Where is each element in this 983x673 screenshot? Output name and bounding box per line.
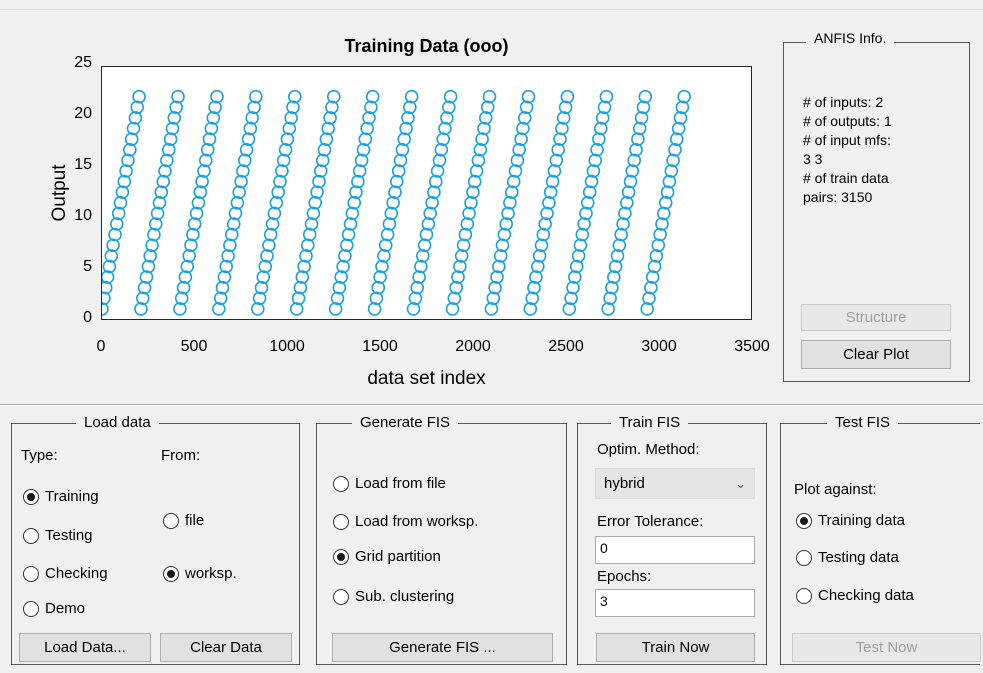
y-tick-label: 0 bbox=[83, 309, 92, 326]
anfis-info-title: ANFIS Info. bbox=[806, 30, 895, 46]
epochs-input[interactable]: 3 bbox=[595, 589, 755, 617]
radio-selected-icon bbox=[333, 548, 349, 565]
type-checking-radio[interactable]: Checking bbox=[23, 565, 108, 582]
test-fis-panel bbox=[780, 423, 980, 665]
radio-label: Load from file bbox=[355, 475, 446, 492]
top-strip bbox=[0, 0, 983, 10]
x-tick-label: 500 bbox=[180, 338, 208, 355]
radio-label: Checking data bbox=[818, 587, 914, 604]
radio-label: file bbox=[185, 512, 205, 529]
radio-label: Checking bbox=[45, 565, 108, 582]
sub-clustering-radio[interactable]: Sub. clustering bbox=[333, 588, 454, 605]
structure-button[interactable]: Structure bbox=[801, 304, 951, 331]
anfis-info-pairs-value: pairs: 3150 bbox=[803, 189, 873, 205]
radio-label: Grid partition bbox=[355, 548, 441, 565]
load-from-workspace-radio[interactable]: Load from worksp. bbox=[333, 513, 478, 530]
radio-icon bbox=[23, 600, 39, 617]
from-file-radio[interactable]: file bbox=[163, 512, 204, 529]
plot-against-label: Plot against: bbox=[794, 481, 877, 498]
radio-label: Training bbox=[45, 488, 99, 505]
type-testing-radio[interactable]: Testing bbox=[23, 527, 93, 544]
generate-fis-panel bbox=[316, 423, 567, 665]
y-tick-label: 5 bbox=[83, 258, 92, 275]
type-training-radio[interactable]: Training bbox=[23, 488, 99, 505]
error-tolerance-label: Error Tolerance: bbox=[597, 513, 704, 530]
test-now-button[interactable]: Test Now bbox=[792, 633, 981, 662]
radio-label: Load from worksp. bbox=[355, 513, 479, 530]
radio-icon bbox=[796, 587, 812, 604]
generate-fis-title: Generate FIS bbox=[352, 414, 459, 431]
radio-icon bbox=[333, 475, 349, 492]
radio-selected-icon bbox=[163, 565, 179, 582]
anfis-info-mfs-value: 3 3 bbox=[803, 151, 823, 167]
radio-icon bbox=[163, 512, 179, 529]
plot-testing-data-radio[interactable]: Testing data bbox=[796, 549, 899, 566]
type-demo-radio[interactable]: Demo bbox=[23, 600, 85, 617]
plot-title: Training Data (ooo) bbox=[344, 36, 509, 56]
x-tick-label: 1500 bbox=[362, 338, 398, 355]
from-label: From: bbox=[161, 447, 201, 464]
radio-icon bbox=[333, 588, 349, 605]
generate-fis-button[interactable]: Generate FIS ... bbox=[332, 633, 553, 662]
load-from-file-radio[interactable]: Load from file bbox=[333, 475, 446, 492]
train-fis-title: Train FIS bbox=[611, 414, 689, 431]
x-tick-label: 3500 bbox=[734, 338, 770, 355]
radio-label: Demo bbox=[45, 600, 86, 617]
y-tick-label: 20 bbox=[74, 105, 92, 122]
plot-axes bbox=[101, 66, 752, 320]
radio-label: worksp. bbox=[185, 565, 237, 582]
grid-partition-radio[interactable]: Grid partition bbox=[333, 548, 441, 565]
x-axis-label: data set index bbox=[367, 368, 486, 389]
test-fis-title: Test FIS bbox=[827, 414, 899, 431]
y-tick-label: 25 bbox=[74, 54, 92, 71]
radio-label: Testing bbox=[45, 527, 93, 544]
clear-data-button[interactable]: Clear Data bbox=[160, 633, 292, 662]
radio-icon bbox=[23, 565, 39, 582]
error-tolerance-input[interactable]: 0 bbox=[595, 536, 755, 564]
x-tick-label: 2500 bbox=[548, 338, 584, 355]
y-axis-label: Output bbox=[49, 164, 70, 222]
x-tick-label: 3000 bbox=[641, 338, 677, 355]
scatter-series bbox=[102, 89, 692, 316]
radio-label: Testing data bbox=[818, 549, 899, 566]
radio-selected-icon bbox=[796, 512, 812, 529]
radio-icon bbox=[23, 527, 39, 544]
from-workspace-radio[interactable]: worksp. bbox=[163, 565, 237, 582]
anfis-info-inputs: # of inputs: 2 bbox=[803, 94, 884, 110]
radio-label: Sub. clustering bbox=[355, 588, 455, 605]
radio-label: Training data bbox=[818, 512, 905, 529]
train-now-button[interactable]: Train Now bbox=[596, 633, 755, 662]
anfis-info-mfs-label: # of input mfs: bbox=[803, 132, 891, 148]
anfis-info-outputs: # of outputs: 1 bbox=[803, 113, 892, 129]
optim-method-value: hybrid bbox=[604, 475, 645, 492]
plot-training-data-radio[interactable]: Training data bbox=[796, 512, 905, 529]
chevron-down-icon: ⌄ bbox=[735, 475, 746, 491]
plot-checking-data-radio[interactable]: Checking data bbox=[796, 587, 914, 604]
optim-method-select[interactable]: hybrid ⌄ bbox=[595, 468, 755, 499]
load-data-title: Load data bbox=[76, 414, 159, 431]
radio-selected-icon bbox=[23, 488, 39, 505]
radio-icon bbox=[796, 549, 812, 566]
radio-icon bbox=[333, 513, 349, 530]
optim-method-label: Optim. Method: bbox=[597, 441, 700, 458]
type-label: Type: bbox=[21, 447, 58, 464]
epochs-label: Epochs: bbox=[597, 568, 652, 585]
x-tick-label: 0 bbox=[96, 338, 106, 355]
load-data-button[interactable]: Load Data... bbox=[19, 633, 151, 662]
anfis-info-pairs-label: # of train data bbox=[803, 170, 889, 186]
x-tick-label: 2000 bbox=[455, 338, 491, 355]
clear-plot-button[interactable]: Clear Plot bbox=[801, 340, 951, 369]
scatter-plot bbox=[102, 89, 692, 316]
panel-divider bbox=[0, 405, 983, 406]
x-tick-label: 1000 bbox=[269, 338, 305, 355]
